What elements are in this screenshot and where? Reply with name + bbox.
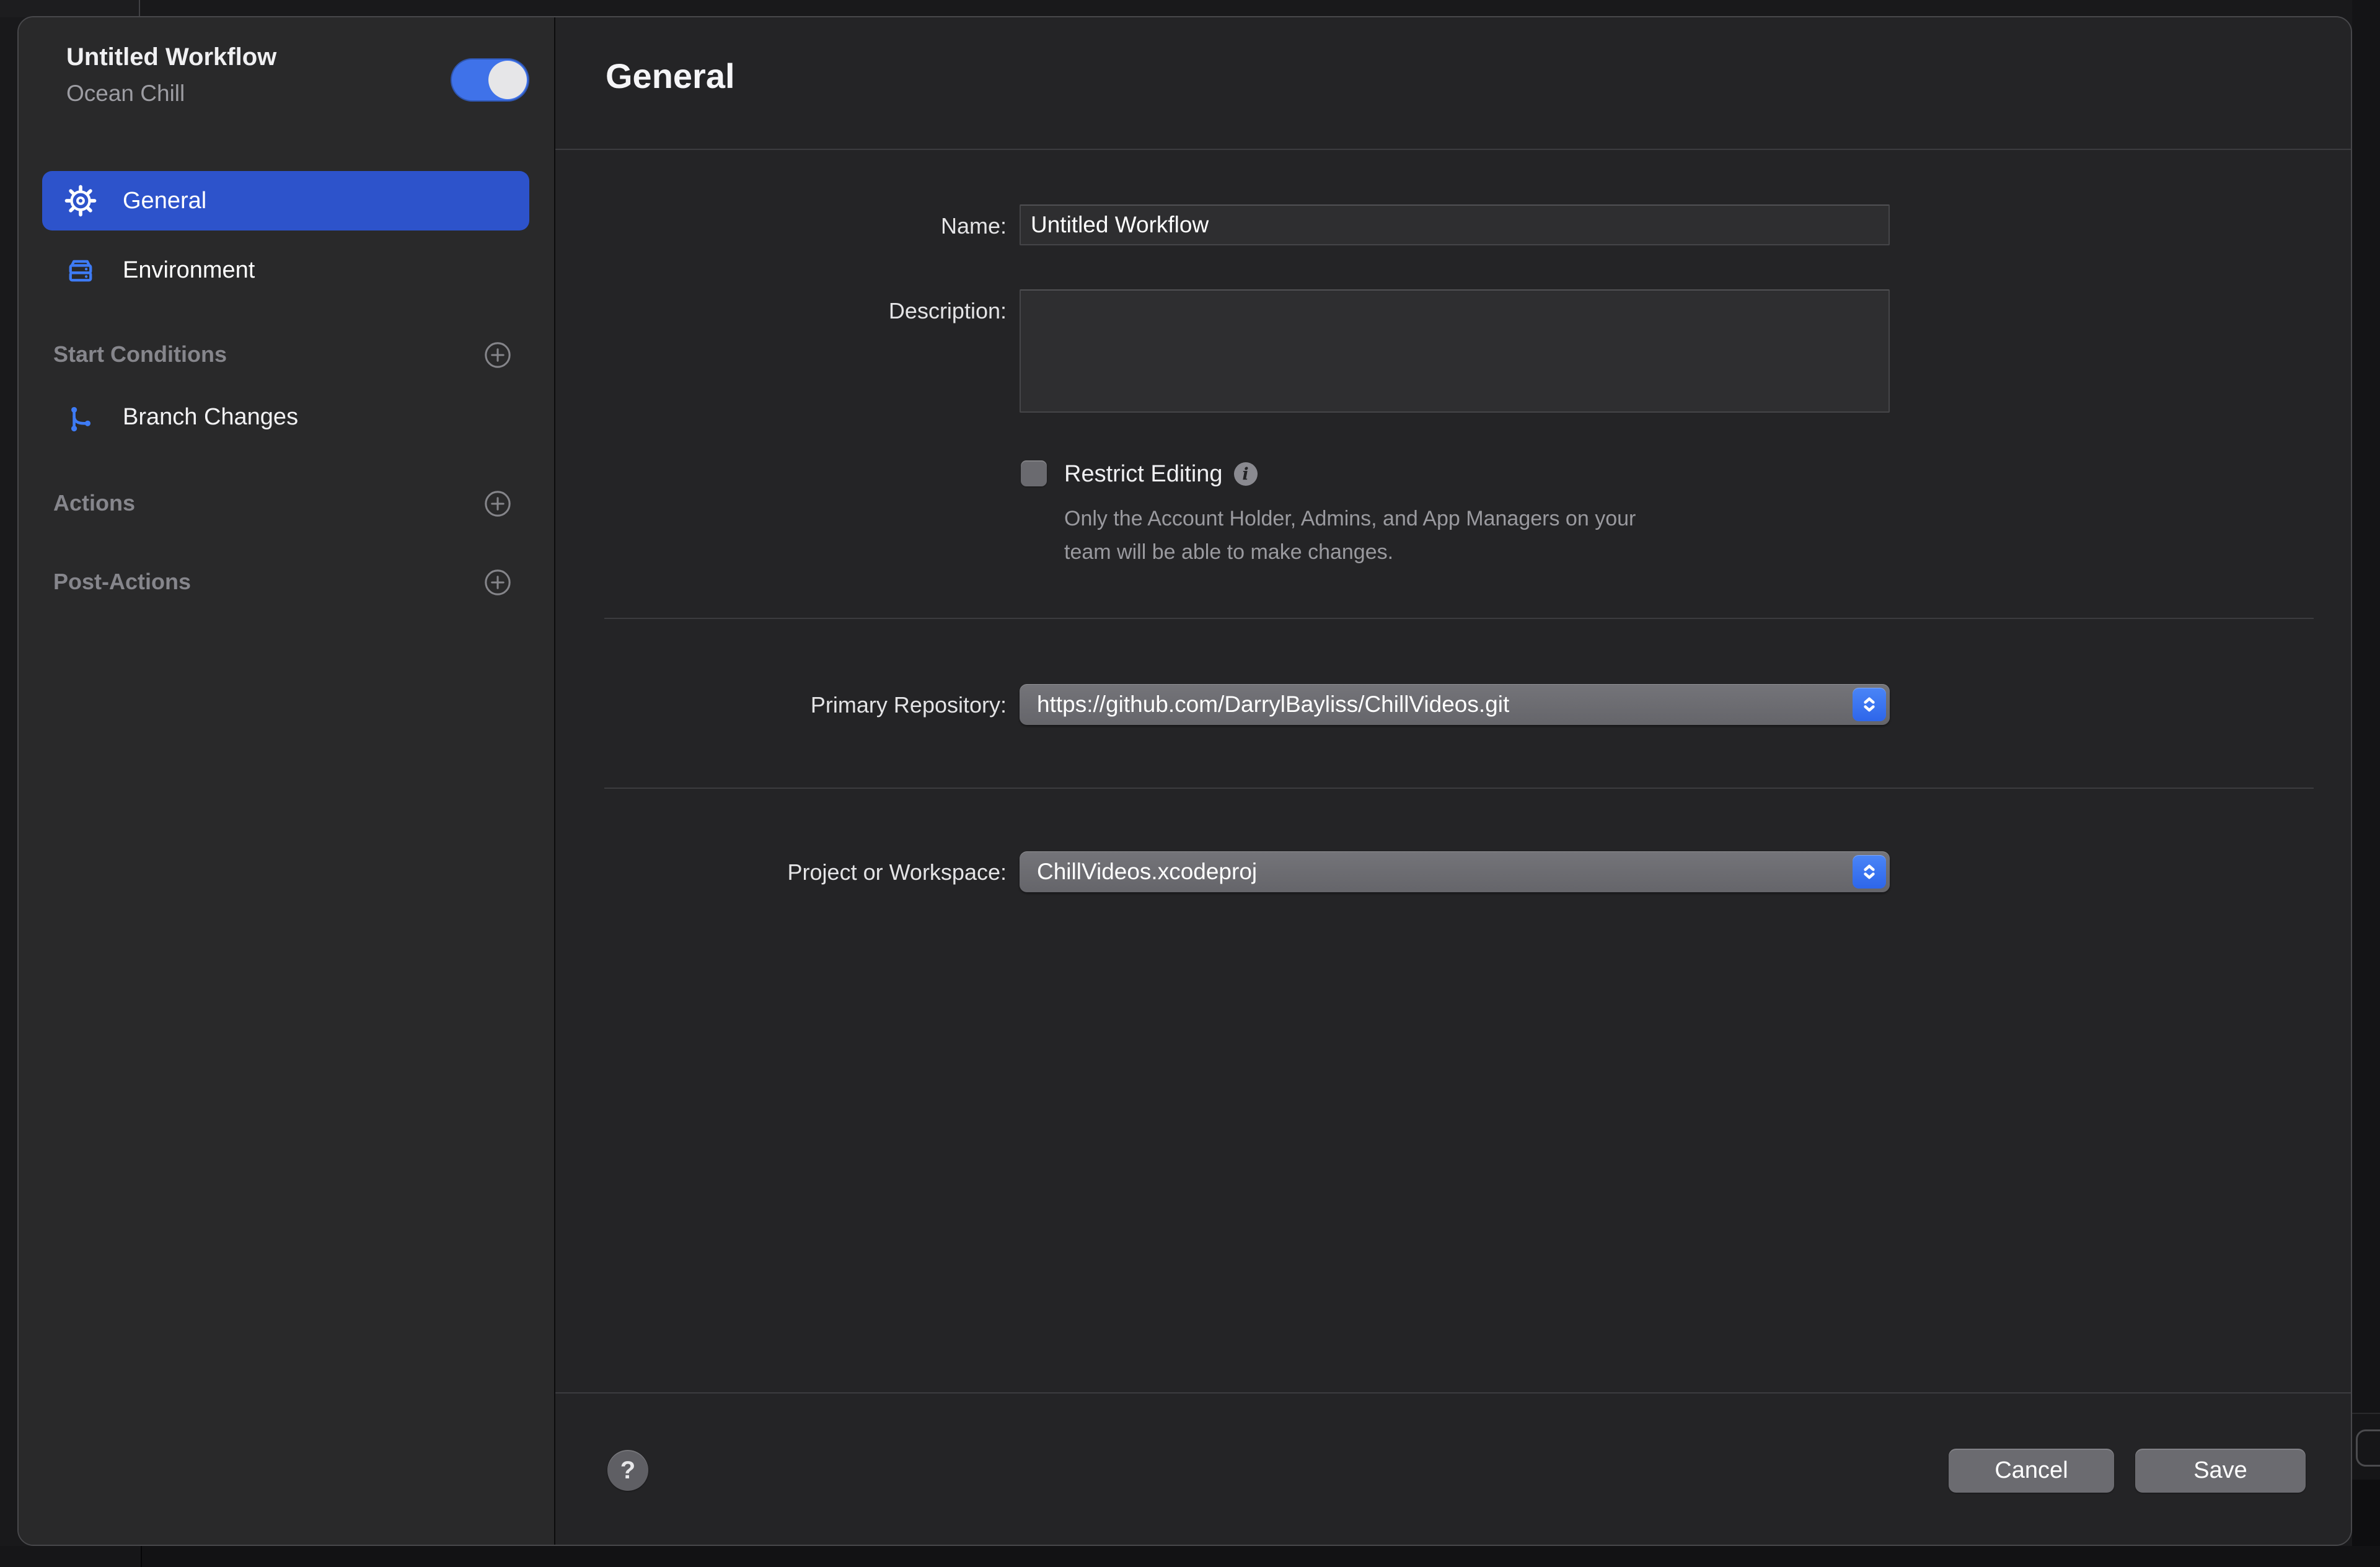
header-divider: [555, 149, 2351, 150]
add-start-condition-button[interactable]: [483, 341, 512, 369]
sidebar-item-label: Environment: [123, 241, 255, 299]
sidebar-item-label: Branch Changes: [123, 404, 298, 431]
description-label: Description:: [555, 298, 1007, 324]
background-window-bottom-right: [141, 1546, 2380, 1567]
restrict-editing-label: Restrict Editing: [1064, 461, 1223, 488]
screen: Untitled Workflow Ocean Chill: [0, 0, 2380, 1567]
background-window-bottom-left: [0, 1546, 141, 1567]
add-action-button[interactable]: [483, 489, 512, 518]
cancel-button[interactable]: Cancel: [1949, 1449, 2114, 1493]
restrict-help-line1: Only the Account Holder, Admins, and App…: [1064, 502, 1636, 535]
background-window-top-right: [139, 0, 2380, 17]
toggle-knob: [488, 61, 527, 99]
restrict-help-line2: team will be able to make changes.: [1064, 535, 1636, 569]
page-title: General: [606, 56, 735, 96]
sidebar-item-label: General: [123, 171, 206, 230]
save-button[interactable]: Save: [2135, 1449, 2306, 1493]
background-window-partial-button: [2356, 1429, 2380, 1467]
name-input[interactable]: [1020, 204, 1890, 245]
add-post-action-button[interactable]: [483, 568, 512, 597]
primary-repository-popup[interactable]: https://github.com/DarrylBayliss/ChillVi…: [1020, 684, 1890, 725]
description-input[interactable]: [1020, 289, 1890, 413]
section-divider: [604, 618, 2314, 619]
help-button[interactable]: ?: [607, 1450, 648, 1491]
project-workspace-popup[interactable]: ChillVideos.xcodeproj: [1020, 851, 1890, 892]
servers-icon: [64, 254, 97, 286]
project-workspace-label: Project or Workspace:: [555, 859, 1007, 885]
workflow-editor-sheet: Untitled Workflow Ocean Chill: [17, 16, 2352, 1546]
restrict-editing-checkbox[interactable]: [1021, 460, 1047, 486]
project-workspace-value: ChillVideos.xcodeproj: [1037, 851, 1257, 892]
section-divider: [604, 788, 2314, 789]
restrict-editing-row: Restrict Editing: [1064, 459, 1258, 489]
section-actions: Actions: [53, 490, 135, 516]
primary-repository-label: Primary Repository:: [555, 692, 1007, 718]
chevron-up-down-icon: [1853, 855, 1886, 889]
info-icon[interactable]: [1234, 462, 1258, 486]
section-start-conditions: Start Conditions: [53, 341, 227, 367]
branch-icon: [65, 403, 96, 434]
background-window-bottom-divider: [141, 1546, 142, 1567]
workflow-title: Untitled Workflow: [66, 43, 276, 71]
primary-repository-value: https://github.com/DarrylBayliss/ChillVi…: [1037, 684, 1509, 725]
section-post-actions: Post-Actions: [53, 569, 191, 595]
main-pane: General Name: Description: Restrict Edit…: [555, 17, 2351, 1545]
name-label: Name:: [555, 213, 1007, 239]
gear-icon: [64, 185, 97, 217]
chevron-up-down-icon: [1853, 688, 1886, 721]
footer-divider: [555, 1392, 2351, 1394]
restrict-editing-help: Only the Account Holder, Admins, and App…: [1064, 502, 1636, 569]
workflow-enabled-toggle[interactable]: [451, 58, 529, 102]
background-window-top-left: [0, 0, 139, 17]
sidebar-item-general[interactable]: General: [42, 171, 529, 230]
sidebar: Untitled Workflow Ocean Chill: [19, 17, 555, 1545]
workflow-subtitle: Ocean Chill: [66, 81, 185, 107]
background-window-right: [2352, 0, 2380, 1567]
background-window-divider: [139, 0, 140, 17]
sidebar-item-environment[interactable]: Environment: [42, 241, 529, 299]
